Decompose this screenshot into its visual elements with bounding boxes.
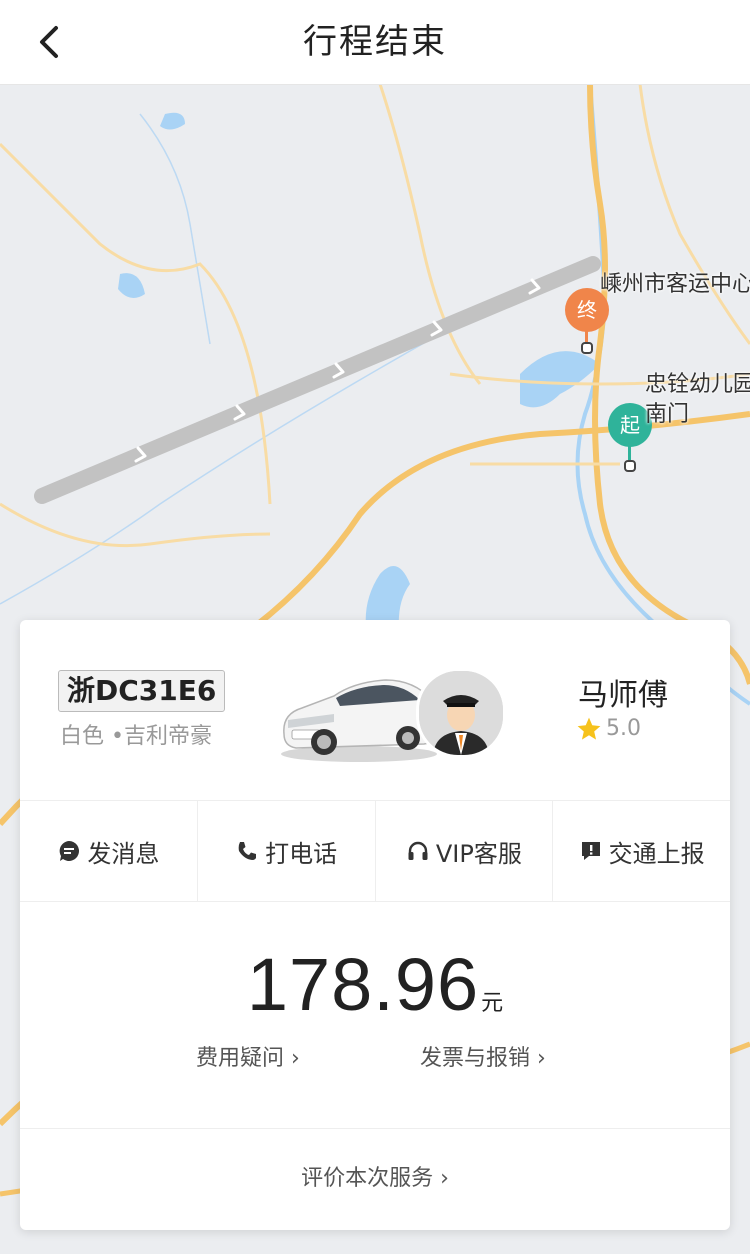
- stream: [0, 334, 440, 604]
- fare-unit: 元: [481, 991, 503, 1016]
- top-bar: 行程结束: [0, 0, 750, 85]
- pond-shape: [118, 273, 145, 298]
- start-dot: [624, 460, 636, 472]
- fare-display: 178.96元: [20, 942, 730, 1027]
- send-message-label: 发消息: [87, 834, 159, 869]
- fare-links: 费用疑问 › 发票与报销 ›: [20, 1040, 730, 1074]
- minor-road: [640, 84, 750, 344]
- action-bar: 发消息 打电话 VIP客服 交通上报: [20, 800, 730, 902]
- fare-question-link[interactable]: 费用疑问 ›: [196, 1040, 300, 1072]
- license-plate: 浙DC31E6: [58, 670, 225, 712]
- page-title: 行程结束: [0, 0, 750, 84]
- traffic-report-button[interactable]: 交通上报: [553, 801, 730, 901]
- message-icon: [57, 839, 81, 863]
- call-driver-button[interactable]: 打电话: [198, 801, 376, 901]
- rate-service-link[interactable]: 评价本次服务 ›: [20, 1160, 730, 1192]
- trip-summary-card: 浙DC31E6 白色 •吉利帝豪 马师傅 5.0: [20, 620, 730, 1230]
- phone-icon: [235, 839, 259, 863]
- report-icon: [579, 839, 603, 863]
- invoice-link[interactable]: 发票与报销 ›: [420, 1040, 546, 1072]
- start-location-label-line1: 忠铨幼儿园: [645, 370, 750, 400]
- star-icon: [576, 716, 602, 742]
- pond-shape: [160, 113, 185, 130]
- end-location-label: 嵊州市客运中心: [600, 270, 750, 300]
- start-location-label-line2: 南门: [645, 400, 689, 430]
- driver-avatar[interactable]: [416, 668, 506, 758]
- vip-service-label: VIP客服: [436, 834, 522, 869]
- minor-road: [0, 504, 270, 546]
- divider: [20, 1128, 730, 1129]
- end-dot: [581, 342, 593, 354]
- driver-name: 马师傅: [578, 670, 668, 714]
- vip-service-button[interactable]: VIP客服: [376, 801, 554, 901]
- send-message-button[interactable]: 发消息: [20, 801, 198, 901]
- car-info: 白色 •吉利帝豪: [60, 718, 212, 750]
- driver-rating: 5.0: [606, 716, 641, 741]
- stream: [140, 114, 210, 344]
- fare-amount: 178.96: [247, 943, 479, 1026]
- traffic-report-label: 交通上报: [609, 834, 705, 869]
- call-driver-label: 打电话: [265, 834, 337, 869]
- headset-icon: [406, 839, 430, 863]
